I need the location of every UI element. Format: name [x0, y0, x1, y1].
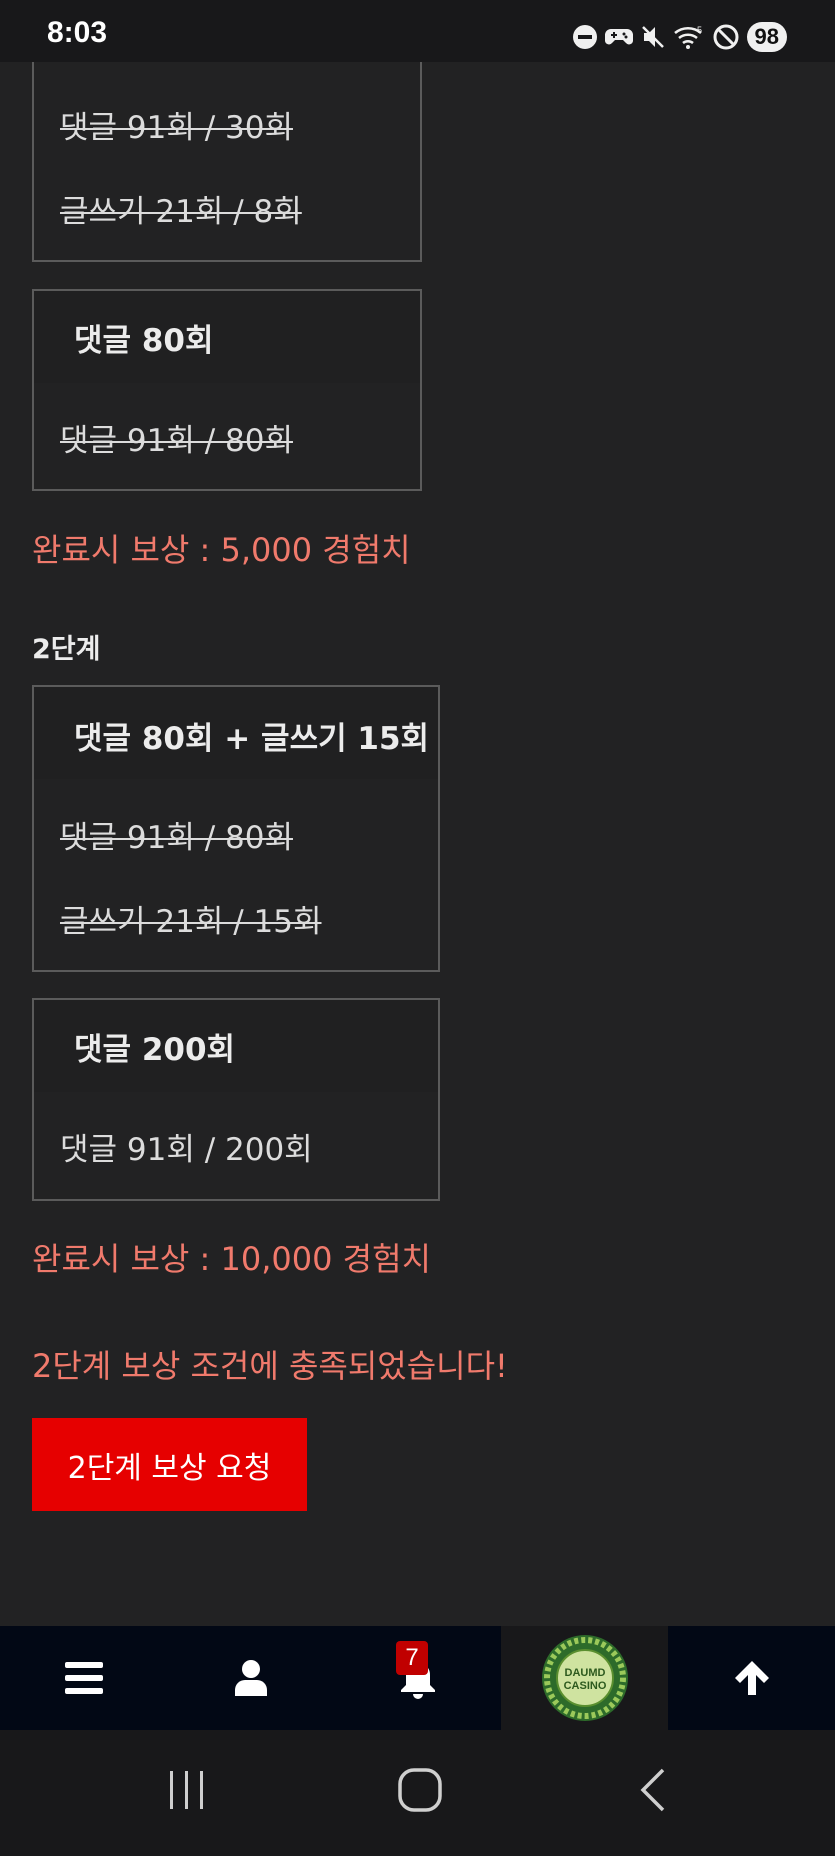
task-box-stage1-1: 댓글 91회 / 30회 글쓰기 21회 / 8회: [32, 40, 422, 262]
notification-count-badge: 7: [396, 1641, 428, 1675]
home-icon: [398, 1768, 442, 1812]
menu-icon: [64, 1662, 103, 1694]
stage2-notice: 2단계 보상 조건에 충족되었습니다!: [32, 1347, 508, 1385]
recent-apps-button[interactable]: [157, 1760, 217, 1820]
svg-text:CASINO: CASINO: [563, 1680, 606, 1692]
dnd-icon: [572, 25, 597, 49]
task-box-stage2-1: 댓글 80회 + 글쓰기 15회 댓글 91회 / 80회 글쓰기 21회 / …: [32, 685, 440, 972]
back-button[interactable]: [623, 1760, 683, 1820]
home-logo-button[interactable]: DAUMD CASINO: [501, 1626, 668, 1730]
task-progress: 댓글 91회 / 30회: [60, 110, 293, 146]
user-icon: [234, 1660, 267, 1696]
task-progress: 댓글 91회 / 80회: [60, 820, 293, 856]
profile-button[interactable]: [167, 1626, 334, 1730]
arrow-up-icon: [734, 1661, 769, 1695]
stage1-reward: 완료시 보상 : 5,000 경험치: [32, 531, 411, 569]
task-progress: 댓글 91회 / 80회: [60, 423, 293, 459]
task-progress: 글쓰기 21회 / 8회: [60, 194, 302, 230]
task-box-stage1-2: 댓글 80회 댓글 91회 / 80회: [32, 289, 422, 491]
wifi-icon: 5: [673, 25, 702, 49]
casino-logo: DAUMD CASINO: [541, 1635, 628, 1721]
menu-button[interactable]: [0, 1626, 167, 1730]
recent-apps-icon: [170, 1771, 203, 1809]
svg-text:DAUMD: DAUMD: [564, 1667, 605, 1679]
system-nav-bar: [0, 1730, 835, 1856]
task-progress: 댓글 91회 / 200회: [60, 1132, 313, 1168]
blocked-icon: [713, 24, 739, 50]
stage2-label: 2단계: [32, 634, 101, 665]
task-title: 댓글 200회: [74, 1032, 236, 1068]
task-box-stage2-2: 댓글 200회 댓글 91회 / 200회: [32, 998, 440, 1201]
status-time: 8:03: [47, 16, 108, 49]
stage2-reward: 완료시 보상 : 10,000 경험치: [32, 1240, 431, 1278]
task-title: 댓글 80회: [74, 323, 214, 359]
svg-text:5: 5: [697, 25, 702, 35]
home-button[interactable]: [390, 1760, 450, 1820]
scroll-top-button[interactable]: [668, 1626, 835, 1730]
battery-indicator: 98: [746, 22, 787, 52]
stage2-reward-request-button[interactable]: 2단계 보상 요청: [32, 1418, 307, 1511]
back-icon: [640, 1768, 665, 1812]
task-title: 댓글 80회 + 글쓰기 15회: [74, 721, 430, 757]
status-icons: 5 98: [572, 19, 787, 55]
game-controller-icon: [604, 29, 633, 45]
status-bar: 8:03 5 98: [0, 0, 835, 62]
mute-icon: [641, 26, 664, 48]
task-progress: 글쓰기 21회 / 15회: [60, 904, 322, 940]
